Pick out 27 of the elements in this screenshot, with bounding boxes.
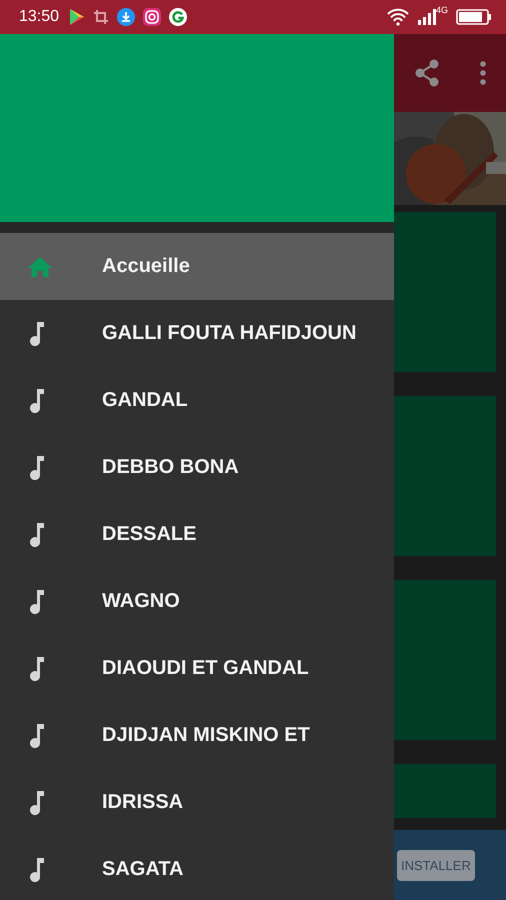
battery-icon xyxy=(456,9,492,25)
drawer-item[interactable]: Accueille xyxy=(0,233,394,300)
music-note-icon xyxy=(27,722,45,748)
content-card[interactable] xyxy=(394,396,496,556)
music-note-icon xyxy=(27,856,45,882)
music-note-icon xyxy=(27,656,45,682)
wifi-icon xyxy=(386,8,410,26)
download-icon xyxy=(117,8,136,26)
music-note-icon xyxy=(27,388,45,414)
music-note-icon xyxy=(27,790,45,816)
signal-icon xyxy=(418,9,436,25)
music-note-icon xyxy=(27,522,45,548)
network-type: 4G xyxy=(436,5,448,15)
crop-icon xyxy=(93,9,110,25)
content-card[interactable] xyxy=(394,580,496,740)
more-icon[interactable] xyxy=(478,61,486,85)
g-logo-icon xyxy=(169,8,188,26)
clock: 13:50 xyxy=(19,8,60,26)
music-note-icon xyxy=(27,320,45,346)
content-card[interactable] xyxy=(394,212,496,372)
music-note-icon xyxy=(27,454,45,480)
share-icon[interactable] xyxy=(414,59,440,87)
content-card[interactable] xyxy=(394,764,496,818)
home-icon xyxy=(27,256,53,278)
music-note-icon xyxy=(27,588,45,614)
play-store-icon xyxy=(69,8,86,26)
camera-app-icon xyxy=(143,8,162,26)
